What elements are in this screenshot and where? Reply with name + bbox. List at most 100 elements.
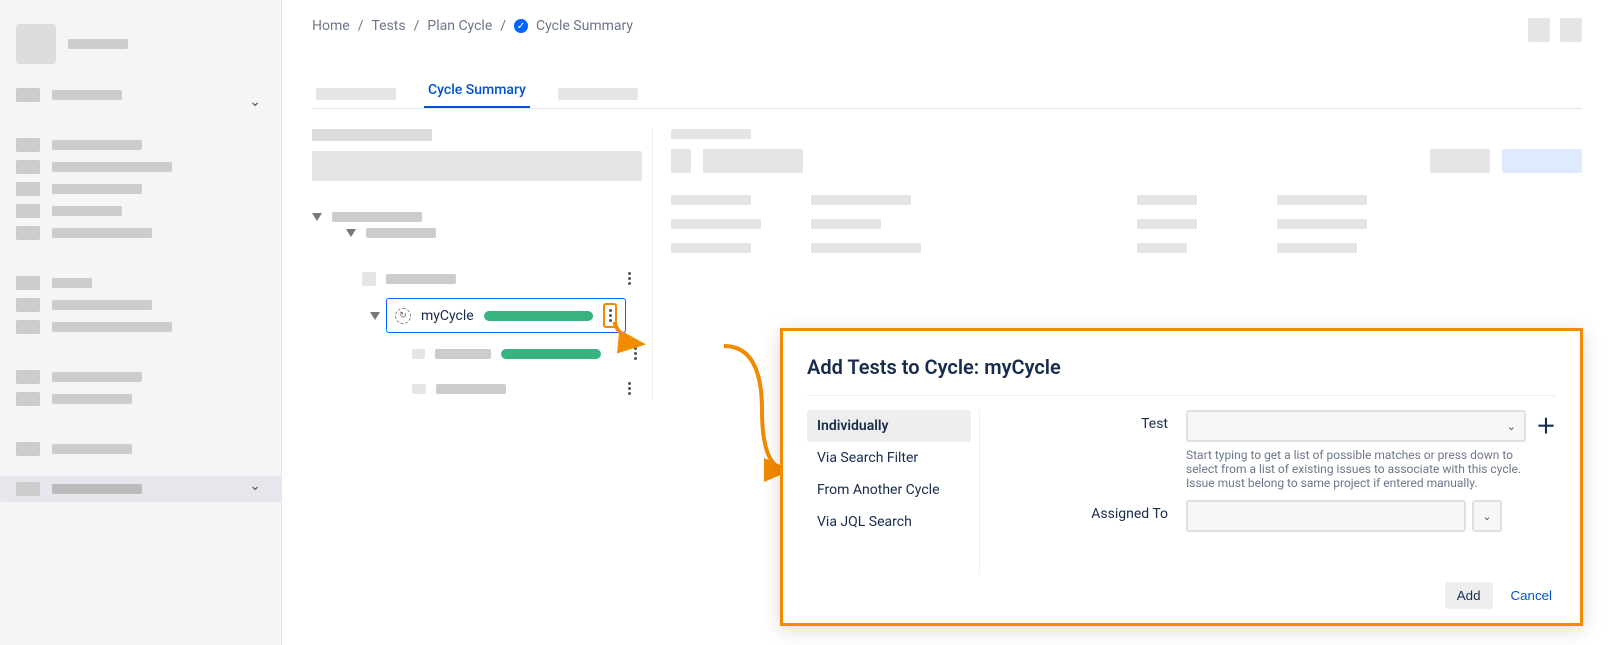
test-label: Test (1008, 410, 1168, 432)
node-icon (412, 349, 425, 359)
caret-down-icon[interactable] (370, 312, 380, 320)
assigned-to-select[interactable] (1186, 500, 1466, 532)
sidebar-item[interactable] (16, 222, 265, 244)
sidebar-item-active[interactable] (0, 476, 281, 502)
sidebar-item[interactable] (16, 200, 265, 222)
cycle-icon: ↻ (395, 308, 411, 324)
tab-cycle-summary[interactable]: Cycle Summary (424, 74, 530, 108)
sidebar-item-icon (16, 138, 40, 152)
breadcrumb: Home / Tests / Plan Cycle / ✓ Cycle Summ… (312, 18, 1582, 34)
kebab-icon-highlighted[interactable] (603, 303, 617, 328)
sidebar-item[interactable] (16, 134, 265, 156)
tree-node-label (435, 349, 491, 359)
tree-node-label (386, 274, 456, 284)
header-action-icon[interactable] (1560, 18, 1582, 42)
sidebar-item[interactable] (16, 388, 265, 410)
sidebar-item-label (52, 444, 132, 454)
test-select[interactable]: ⌄ (1186, 410, 1526, 442)
sidebar-item-icon (16, 88, 40, 102)
sidebar-item[interactable] (16, 316, 265, 338)
sidebar-item-label (52, 90, 122, 100)
sidebar: ⌄ ⌄ (0, 0, 282, 645)
breadcrumb-home[interactable]: Home (312, 18, 350, 34)
sidebar-item[interactable] (16, 178, 265, 200)
sidebar-item-label (52, 372, 142, 382)
tab-label: Cycle Summary (428, 82, 526, 98)
detail-icon-placeholder (671, 149, 691, 173)
add-test-button[interactable]: ＋ (1536, 416, 1556, 436)
caret-down-icon[interactable] (312, 213, 322, 221)
tabs: Cycle Summary (312, 74, 1582, 109)
sidebar-item-label (52, 140, 142, 150)
sidebar-item-icon (16, 298, 40, 312)
sidebar-item-label (52, 228, 152, 238)
tree-folder-row[interactable] (412, 343, 642, 364)
add-button[interactable]: Add (1445, 582, 1493, 609)
modal-title: Add Tests to Cycle: myCycle (807, 355, 1556, 379)
sidebar-item[interactable] (16, 272, 265, 294)
sidebar-item-icon (16, 482, 40, 496)
filter-placeholder[interactable] (312, 151, 642, 181)
chevron-down-icon: ⌄ (1507, 420, 1516, 433)
kebab-icon[interactable] (622, 378, 636, 399)
tree-root-row[interactable] (312, 209, 642, 225)
sidebar-item-icon (16, 226, 40, 240)
caret-down-icon[interactable] (346, 229, 356, 237)
detail-primary-action-placeholder[interactable] (1502, 149, 1582, 173)
cycle-name: myCycle (421, 308, 474, 324)
sidebar-item-icon (16, 442, 40, 456)
panel-heading-placeholder (312, 129, 432, 141)
project-header (0, 0, 281, 84)
sidebar-item-label (52, 162, 172, 172)
sidebar-item[interactable] (16, 438, 265, 460)
detail-action-placeholder[interactable] (1430, 149, 1490, 173)
detail-title-placeholder (703, 149, 803, 173)
tree-node-label (366, 228, 436, 238)
sidebar-item-icon (16, 392, 40, 406)
sidebar-item-label (52, 278, 92, 288)
cycle-row-selected[interactable]: ↻ myCycle (386, 298, 626, 333)
tab-placeholder[interactable] (312, 80, 400, 108)
tree-node-label (332, 212, 422, 222)
sidebar-item-label (52, 206, 122, 216)
tree-child-row[interactable] (346, 225, 642, 241)
assigned-to-label: Assigned To (1008, 500, 1168, 522)
add-tests-modal: Add Tests to Cycle: myCycle Individually… (780, 328, 1583, 626)
sidebar-item-icon (16, 370, 40, 384)
check-icon: ✓ (514, 19, 528, 33)
assigned-to-dropdown-button[interactable]: ⌄ (1472, 500, 1502, 532)
mode-individually[interactable]: Individually (807, 410, 971, 442)
detail-heading-placeholder (671, 129, 751, 139)
sidebar-item[interactable] (16, 366, 265, 388)
mode-from-another-cycle[interactable]: From Another Cycle (807, 474, 971, 506)
node-icon (362, 272, 376, 286)
sidebar-item[interactable] (16, 294, 265, 316)
kebab-icon[interactable] (622, 268, 636, 289)
cycle-tree-panel: ↻ myCycle (312, 129, 652, 399)
header-action-icon[interactable] (1528, 18, 1550, 42)
kebab-icon[interactable] (629, 343, 642, 364)
modal-mode-list: Individually Via Search Filter From Anot… (807, 410, 980, 574)
sidebar-item-label (52, 484, 142, 494)
chevron-down-icon[interactable]: ⌄ (249, 478, 261, 494)
tab-placeholder[interactable] (554, 80, 642, 108)
sidebar-group[interactable]: ⌄ (0, 84, 281, 114)
breadcrumb-cycle-summary: Cycle Summary (536, 18, 633, 34)
mode-via-jql[interactable]: Via JQL Search (807, 506, 971, 538)
sidebar-item[interactable] (16, 156, 265, 178)
node-icon (412, 384, 426, 394)
tree-version-row[interactable] (362, 265, 642, 292)
breadcrumb-plan-cycle[interactable]: Plan Cycle (427, 18, 492, 34)
tree-folder-row[interactable] (412, 378, 642, 399)
cancel-button[interactable]: Cancel (1507, 582, 1557, 609)
sidebar-item-icon (16, 182, 40, 196)
sidebar-item-label (52, 394, 132, 404)
sidebar-item-icon (16, 160, 40, 174)
project-avatar (16, 24, 56, 64)
progress-bar (484, 311, 593, 321)
sidebar-item-label (52, 184, 142, 194)
tree-node-label (436, 384, 506, 394)
mode-via-search-filter[interactable]: Via Search Filter (807, 442, 971, 474)
breadcrumb-tests[interactable]: Tests (371, 18, 405, 34)
chevron-down-icon[interactable]: ⌄ (249, 94, 261, 110)
